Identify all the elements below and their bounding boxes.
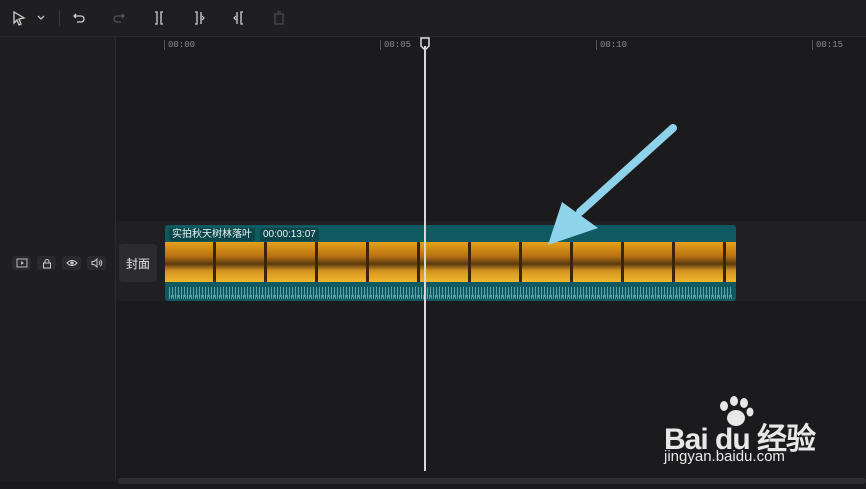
playhead-line[interactable] — [424, 46, 426, 471]
ruler-label: 00:10 — [600, 40, 628, 50]
chevron-down-icon[interactable] — [34, 8, 48, 28]
clip-header: 实拍秋天树林落叶 00:00:13:07 — [169, 227, 319, 241]
timeline-scrollbar[interactable] — [118, 478, 866, 484]
delete-icon[interactable] — [270, 8, 288, 28]
volume-icon[interactable] — [87, 256, 106, 270]
toolbar-divider — [59, 10, 60, 26]
cover-button[interactable]: 封面 — [119, 244, 157, 282]
redo-icon[interactable] — [110, 8, 128, 28]
split-right-icon[interactable] — [230, 8, 248, 28]
undo-icon[interactable] — [70, 8, 88, 28]
ruler-label: 00:05 — [384, 40, 412, 50]
audio-waveform-base — [169, 295, 732, 299]
ruler-tick — [164, 40, 165, 50]
ruler-tick — [596, 40, 597, 50]
ruler-tick — [380, 40, 381, 50]
track-controls — [12, 256, 106, 270]
select-pointer-icon[interactable] — [10, 8, 28, 28]
clip-duration: 00:00:13:07 — [260, 227, 319, 241]
ruler-tick — [812, 40, 813, 50]
baidu-watermark: Bai du 经验 jingyan.baidu.com — [664, 396, 824, 472]
annotation-arrow-icon — [548, 124, 677, 245]
ruler-label: 00:15 — [816, 40, 844, 50]
ruler-label: 00:00 — [168, 40, 196, 50]
top-toolbar — [0, 0, 866, 37]
clip-title: 实拍秋天树林落叶 — [169, 227, 255, 241]
watermark-url: jingyan.baidu.com — [664, 448, 785, 465]
timeline-ruler[interactable]: 00:00 00:05 00:10 00:15 — [116, 37, 866, 53]
split-icon[interactable] — [150, 8, 168, 28]
lock-icon[interactable] — [37, 256, 56, 270]
eye-icon[interactable] — [62, 256, 81, 270]
split-left-icon[interactable] — [190, 8, 208, 28]
video-track-icon[interactable] — [12, 256, 31, 270]
